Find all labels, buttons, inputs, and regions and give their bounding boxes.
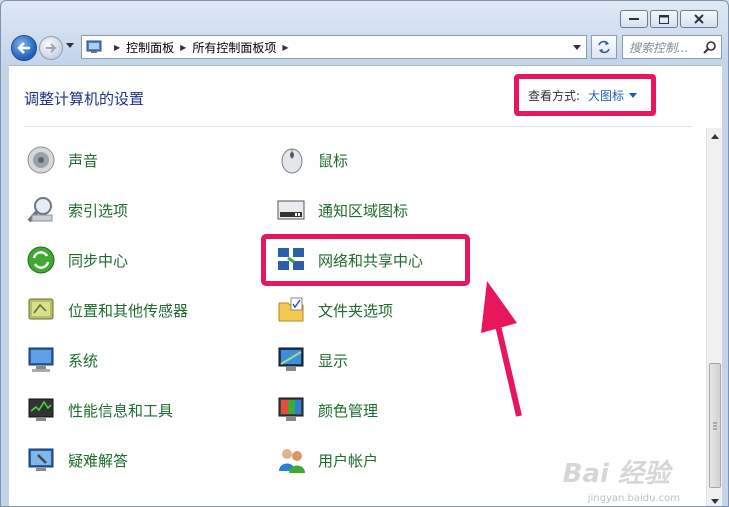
content-pane: 调整计算机的设置 查看方式: 大图标 声音 索引选项 同步中心 位置和其他传感器… xyxy=(9,65,723,506)
color-icon xyxy=(274,393,308,427)
chevron-up-icon xyxy=(711,133,719,139)
item-sound[interactable]: 声音 xyxy=(24,142,98,178)
breadcrumb-separator-icon[interactable]: ▶ xyxy=(114,43,120,52)
display-icon xyxy=(274,343,308,377)
item-location-sensors[interactable]: 位置和其他传感器 xyxy=(24,292,188,328)
breadcrumb-control-panel[interactable]: 控制面板 xyxy=(126,39,174,56)
item-display[interactable]: 显示 xyxy=(274,342,348,378)
search-icon[interactable] xyxy=(703,40,717,54)
scroll-thumb[interactable] xyxy=(709,363,721,488)
scroll-down-button[interactable] xyxy=(707,493,723,506)
close-icon xyxy=(694,14,704,24)
item-folder-options[interactable]: 文件夹选项 xyxy=(274,292,393,328)
recent-pages-dropdown-icon[interactable] xyxy=(66,43,74,49)
header-divider xyxy=(24,126,692,127)
refresh-icon xyxy=(598,40,610,54)
maximize-icon xyxy=(659,14,669,24)
item-label[interactable]: 鼠标 xyxy=(318,150,348,171)
grip-icon xyxy=(713,422,717,430)
performance-icon xyxy=(24,393,58,427)
item-label[interactable]: 系统 xyxy=(68,350,98,371)
item-color-management[interactable]: 颜色管理 xyxy=(274,392,378,428)
chevron-down-icon xyxy=(573,44,581,50)
watermark-url: jingyan.baidu.com xyxy=(587,493,680,504)
troubleshoot-icon xyxy=(24,443,58,477)
watermark: Bai 经验 xyxy=(562,459,670,489)
item-troubleshooting[interactable]: 疑难解答 xyxy=(24,442,128,478)
item-user-accounts[interactable]: 用户帐户 xyxy=(274,442,378,478)
item-notification-icons[interactable]: 通知区域图标 xyxy=(274,192,408,228)
item-label[interactable]: 性能信息和工具 xyxy=(68,400,173,421)
caption-buttons xyxy=(620,10,718,28)
maximize-button[interactable] xyxy=(650,10,678,28)
folder-icon xyxy=(274,293,308,327)
item-system[interactable]: 系统 xyxy=(24,342,98,378)
refresh-button[interactable] xyxy=(591,35,617,59)
item-performance[interactable]: 性能信息和工具 xyxy=(24,392,173,428)
scroll-up-button[interactable] xyxy=(707,128,723,144)
address-dropdown-button[interactable] xyxy=(568,36,586,58)
view-by-value[interactable]: 大图标 xyxy=(588,87,624,104)
sync-icon xyxy=(24,243,58,277)
speaker-icon xyxy=(24,143,58,177)
item-label[interactable]: 同步中心 xyxy=(68,250,128,271)
breadcrumb-separator-icon[interactable]: ▶ xyxy=(180,43,186,52)
tray-icon xyxy=(274,193,308,227)
vertical-scrollbar[interactable] xyxy=(706,128,723,506)
navigation-bar: ▶ 控制面板 ▶ 所有控制面板项 ▶ 搜索控制... xyxy=(9,33,722,63)
back-arrow-icon xyxy=(17,42,30,54)
back-button[interactable] xyxy=(11,35,37,61)
chevron-down-icon xyxy=(711,498,719,504)
chevron-down-icon[interactable] xyxy=(629,92,638,98)
view-by-label: 查看方式: xyxy=(528,88,581,103)
item-label[interactable]: 用户帐户 xyxy=(318,450,378,471)
sensor-icon xyxy=(24,293,58,327)
view-by-selector[interactable]: 查看方式: 大图标 xyxy=(514,74,656,116)
control-panel-window: ▶ 控制面板 ▶ 所有控制面板项 ▶ 搜索控制... 调整计算机的设置 查看方式… xyxy=(0,0,729,507)
minimize-icon xyxy=(629,18,639,20)
item-label[interactable]: 声音 xyxy=(68,150,98,171)
item-label[interactable]: 位置和其他传感器 xyxy=(68,300,188,321)
close-button[interactable] xyxy=(680,10,718,28)
item-mouse[interactable]: 鼠标 xyxy=(274,142,348,178)
item-indexing[interactable]: 索引选项 xyxy=(24,192,128,228)
item-label[interactable]: 索引选项 xyxy=(68,200,128,221)
breadcrumb-all-items[interactable]: 所有控制面板项 xyxy=(192,39,276,56)
item-label[interactable]: 显示 xyxy=(318,350,348,371)
network-item-highlight xyxy=(261,234,470,286)
control-panel-icon xyxy=(86,40,102,53)
breadcrumb-separator-icon[interactable]: ▶ xyxy=(282,43,288,52)
item-label[interactable]: 通知区域图标 xyxy=(318,200,408,221)
mouse-icon xyxy=(274,143,308,177)
forward-arrow-icon xyxy=(46,43,57,53)
item-label[interactable]: 颜色管理 xyxy=(318,400,378,421)
system-icon xyxy=(24,343,58,377)
magnifier-icon xyxy=(24,193,58,227)
minimize-button[interactable] xyxy=(620,10,648,28)
users-icon xyxy=(274,443,308,477)
search-box[interactable]: 搜索控制... xyxy=(622,35,722,59)
item-sync-center[interactable]: 同步中心 xyxy=(24,242,128,278)
annotation-arrow-icon xyxy=(481,281,522,417)
address-bar[interactable]: ▶ 控制面板 ▶ 所有控制面板项 ▶ xyxy=(81,35,587,59)
search-placeholder: 搜索控制... xyxy=(629,40,689,55)
page-title: 调整计算机的设置 xyxy=(24,90,145,108)
forward-button[interactable] xyxy=(39,36,63,60)
item-label[interactable]: 疑难解答 xyxy=(68,450,128,471)
item-label[interactable]: 文件夹选项 xyxy=(318,300,393,321)
